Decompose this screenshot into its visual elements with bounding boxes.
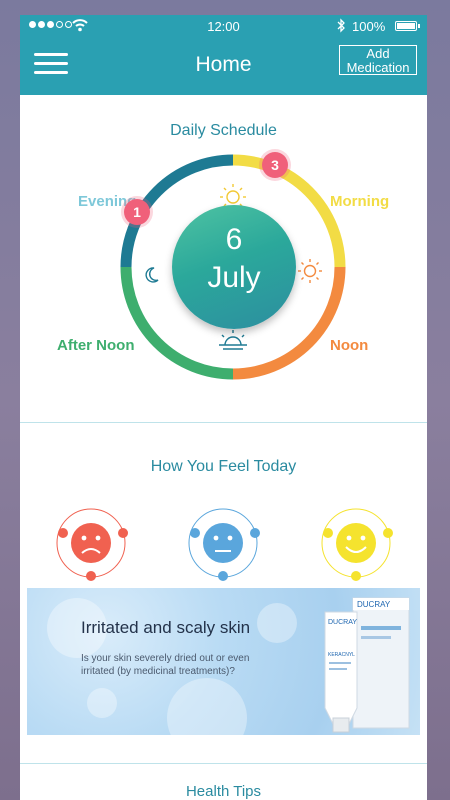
date-month: July (207, 261, 261, 294)
add-medication-button[interactable]: Add Medication (339, 45, 417, 75)
morning-label: Morning (330, 193, 390, 210)
brand-tube-text: DUCRAY (328, 619, 357, 626)
section-divider (20, 422, 427, 423)
date-day: 6 (225, 223, 243, 256)
battery-percent: 100% (352, 19, 386, 34)
ad-title: Irritated and scaly skin (81, 618, 251, 637)
health-tips-title[interactable]: Health Tips (20, 783, 427, 800)
noon-label: Noon (330, 337, 369, 354)
nav-bar: Home Add Medication (20, 37, 427, 95)
morning-count-badge[interactable]: 3 (262, 152, 288, 178)
cream-tube-image: DUCRAY DUCRAY KERACNYL (324, 597, 410, 733)
date-display[interactable]: 6 July (172, 205, 296, 329)
mood-happy-option[interactable] (316, 503, 396, 583)
skin-care-ad-banner[interactable]: Irritated and scaly skin Is your skin se… (27, 588, 420, 735)
add-medication-label-line2: Medication (346, 60, 410, 75)
mood-sad-option[interactable] (51, 503, 131, 583)
ad-text: Is your skin severely dried out or even … (81, 653, 250, 677)
afternoon-label: After Noon (57, 337, 135, 354)
add-medication-label-line1: Add (366, 46, 390, 61)
status-bar: 12:00 100% (20, 15, 427, 37)
app-screen: 12:00 100% Home Add Medication Daily Sch… (20, 15, 427, 800)
bluetooth-icon (337, 18, 345, 33)
evening-count-badge[interactable]: 1 (124, 199, 150, 225)
sad-face-icon (56, 508, 128, 581)
mood-neutral-option[interactable] (183, 503, 263, 583)
moon-icon (145, 267, 159, 283)
neutral-face-icon (188, 508, 260, 581)
mood-title: How You Feel Today (150, 458, 297, 475)
sun-icon (298, 259, 322, 283)
brand-box-text: DUCRAY (357, 600, 391, 609)
product-tube-text: KERACNYL (328, 652, 355, 658)
happy-face-icon (321, 508, 393, 581)
battery-icon (395, 21, 420, 31)
section-divider (20, 763, 427, 764)
sunset-icon (219, 330, 247, 350)
